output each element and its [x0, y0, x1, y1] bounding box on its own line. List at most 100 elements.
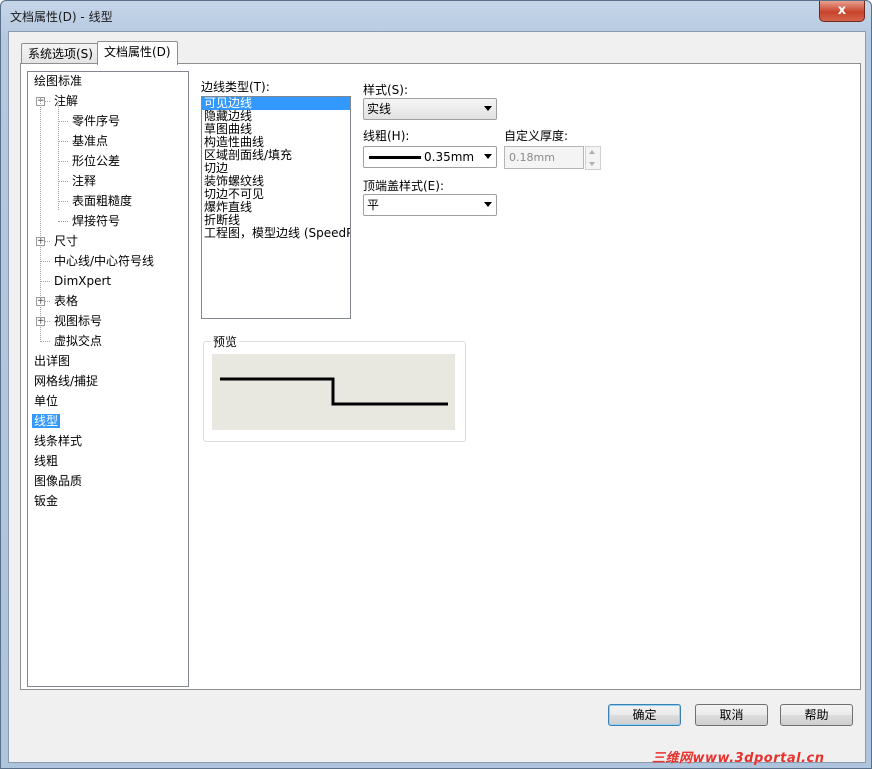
end-cap-value: 平 [367, 198, 380, 212]
tree-item-label: 单位 [34, 394, 59, 408]
tree-item[interactable]: 图像品质 [32, 472, 84, 490]
arrow-up-icon[interactable] [589, 150, 595, 154]
help-button[interactable]: 帮助 [780, 704, 853, 726]
custom-thickness-stepper[interactable] [585, 146, 601, 170]
tree-item-label: 表格 [54, 294, 79, 308]
tree-connector [58, 221, 68, 222]
tree-item[interactable]: 零件序号 [70, 112, 122, 130]
tree-connector [58, 100, 59, 210]
arrow-down-icon[interactable] [589, 162, 595, 166]
tree-connector [58, 141, 68, 142]
watermark: 三维网www.3dportal.cn [652, 751, 825, 766]
custom-thickness-value: 0.18mm [509, 151, 555, 164]
tree-item[interactable]: 基准点 [70, 132, 110, 150]
preview-group: 预览 [203, 333, 466, 442]
tree-item[interactable]: 绘图标准 [32, 72, 84, 90]
preview-label: 预览 [211, 333, 240, 350]
settings-tree[interactable]: 绘图标准 注解 − 零件序号 基准点 形位公差 注释 表面粗糙度 焊接符号 尺寸 + 中心线/中心符号… [27, 71, 189, 687]
tree-item-label: 注释 [72, 174, 97, 188]
tree-item[interactable]: 线条样式 [32, 432, 84, 450]
tree-item[interactable]: 中心线/中心符号线 [52, 252, 156, 270]
list-item[interactable]: 工程图，模型边线 (SpeedPa [202, 227, 350, 240]
tree-item-label: DimXpert [54, 274, 112, 288]
tree-item[interactable]: 表格 [52, 292, 80, 310]
cancel-button-label: 取消 [719, 708, 744, 722]
tree-item-label: 钣金 [34, 494, 59, 508]
tree-item-label: 尺寸 [54, 234, 79, 248]
tree-connector [40, 98, 41, 340]
tab-document-properties-label: 文档属性(D) [104, 45, 171, 59]
tree-item-label: 基准点 [72, 134, 109, 148]
tree-item[interactable]: 焊接符号 [70, 212, 122, 230]
tree-connector [58, 121, 68, 122]
tree-item-label: 注解 [54, 94, 79, 108]
style-label: 样式(S): [363, 83, 409, 97]
close-icon: x [837, 3, 847, 18]
dialog-body: 系统选项(S) 文档属性(D) 绘图标准 注解 − 零件序号 基准点 形位公差 注释 表面粗糙… [8, 31, 866, 763]
title-bar[interactable]: 文档属性(D) - 线型 x [1, 1, 871, 31]
tree-connector [58, 161, 68, 162]
tab-system-options-label: 系统选项(S) [28, 47, 93, 61]
tree-item-label: 绘图标准 [34, 74, 83, 88]
cancel-button[interactable]: 取消 [695, 704, 768, 726]
tree-item[interactable]: 表面粗糙度 [70, 192, 134, 210]
thickness-value: 0.35mm [424, 150, 475, 164]
tree-connector [40, 341, 50, 342]
tree-item[interactable]: 单位 [32, 392, 60, 410]
tree-item[interactable]: 线粗 [32, 452, 60, 470]
close-button[interactable]: x [819, 1, 865, 22]
thickness-dropdown[interactable]: 0.35mm [363, 146, 497, 168]
custom-thickness-input[interactable]: 0.18mm [504, 146, 584, 169]
custom-thickness-label: 自定义厚度: [504, 129, 569, 143]
tree-connector [40, 281, 50, 282]
tree-item[interactable]: 出详图 [32, 352, 72, 370]
tree-connector [40, 261, 50, 262]
tree-item[interactable]: 注释 [70, 172, 98, 190]
preview-line [220, 377, 448, 406]
end-cap-dropdown[interactable]: 平 [363, 194, 497, 216]
tab-system-options[interactable]: 系统选项(S) [21, 43, 100, 64]
tab-document-properties[interactable]: 文档属性(D) [97, 41, 178, 65]
tree-item[interactable]: 线型 [32, 412, 61, 430]
chevron-down-icon [484, 154, 492, 159]
tree-item[interactable]: 尺寸 [52, 232, 80, 250]
tree-item-label: 视图标号 [54, 314, 103, 328]
style-value: 实线 [367, 102, 392, 116]
tree-item[interactable]: 钣金 [32, 492, 60, 510]
tree-item[interactable]: 视图标号 [52, 312, 104, 330]
help-button-label: 帮助 [804, 708, 829, 722]
tree-item-label: 零件序号 [72, 114, 121, 128]
tree-item-label: 出详图 [34, 354, 71, 368]
tree-item-label: 中心线/中心符号线 [54, 254, 155, 268]
tree-item-label: 线型 [32, 414, 61, 428]
tree-item[interactable]: DimXpert [52, 272, 113, 290]
tree-item-label: 网格线/捕捉 [34, 374, 99, 388]
tab-panel: 绘图标准 注解 − 零件序号 基准点 形位公差 注释 表面粗糙度 焊接符号 尺寸 + 中心线/中心符号… [20, 63, 861, 690]
chevron-down-icon [484, 202, 492, 207]
chevron-down-icon [484, 106, 492, 111]
tree-item[interactable]: 虚拟交点 [52, 332, 104, 350]
tree-item-label: 虚拟交点 [54, 334, 103, 348]
tree-item-label: 图像品质 [34, 474, 83, 488]
tree-item-label: 焊接符号 [72, 214, 121, 228]
ok-button-label: 确定 [632, 708, 657, 722]
tree-item[interactable]: 注解 [52, 92, 80, 110]
edge-type-list[interactable]: 可见边线 隐藏边线 草图曲线 构造性曲线 区域剖面线/填充 切边 装饰螺纹线 切边不可见 爆炸直… [201, 96, 351, 319]
tree-item[interactable]: 形位公差 [70, 152, 122, 170]
tree-item-label: 形位公差 [72, 154, 121, 168]
tree-item[interactable]: 网格线/捕捉 [32, 372, 100, 390]
style-dropdown[interactable]: 实线 [363, 98, 497, 120]
tree-item-label: 线粗 [34, 454, 59, 468]
preview-canvas [212, 354, 455, 430]
ok-button[interactable]: 确定 [608, 704, 681, 726]
line-weight-sample [369, 156, 421, 159]
end-cap-label: 顶端盖样式(E): [363, 179, 444, 193]
tree-item-label: 线条样式 [34, 434, 83, 448]
thickness-label: 线粗(H): [363, 129, 410, 143]
window-title: 文档属性(D) - 线型 [10, 10, 113, 24]
edge-type-label: 边线类型(T): [201, 80, 270, 94]
tree-connector [58, 201, 68, 202]
tree-item-label: 表面粗糙度 [72, 194, 133, 208]
dialog-window: 文档属性(D) - 线型 x 系统选项(S) 文档属性(D) 绘图标准 注解 − 零件… [0, 0, 872, 769]
tree-connector [58, 181, 68, 182]
